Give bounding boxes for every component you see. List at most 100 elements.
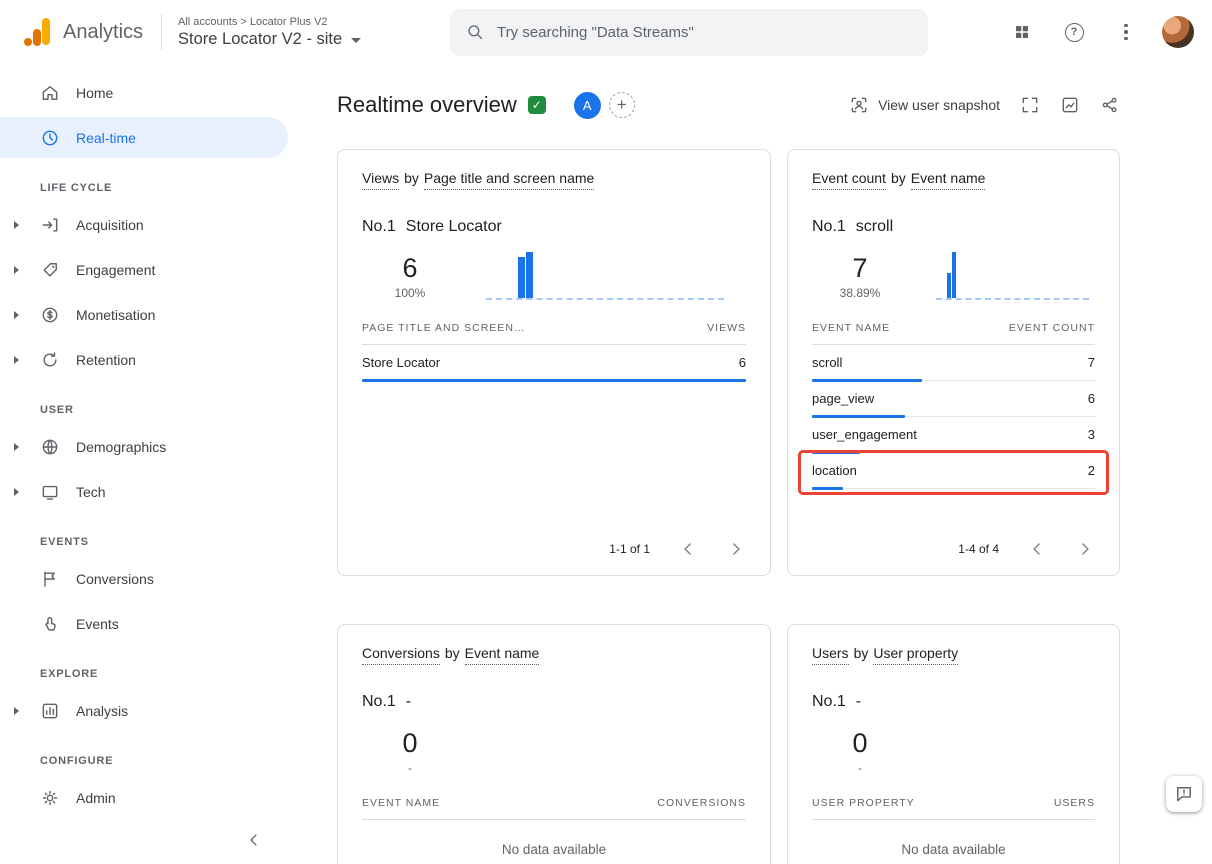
avatar [1162, 16, 1194, 48]
more-options-button[interactable] [1106, 12, 1146, 52]
table-row-location[interactable]: location 2 [812, 453, 1095, 489]
no1-value: scroll [856, 218, 893, 236]
sidebar-item-engagement[interactable]: Engagement [0, 249, 290, 290]
gear-icon [40, 788, 60, 808]
sidebar-item-label: Tech [76, 484, 106, 500]
sidebar-item-label: Admin [76, 790, 116, 806]
card-title-dimension[interactable]: User property [873, 645, 958, 665]
sidebar-item-conversions[interactable]: Conversions [0, 558, 290, 599]
sidebar-item-acquisition[interactable]: Acquisition [0, 204, 290, 245]
sidebar-item-label: Demographics [76, 439, 166, 455]
sidebar-item-realtime[interactable]: Real-time [0, 117, 288, 158]
pagination-prev-button[interactable] [1027, 539, 1047, 559]
account-avatar[interactable] [1158, 12, 1198, 52]
analysis-chart-icon [40, 701, 60, 721]
collapse-sidebar-button[interactable] [236, 822, 272, 858]
customize-report-icon[interactable] [1060, 95, 1080, 115]
acquisition-icon [40, 215, 60, 235]
top-item-row: No.1 scroll [812, 218, 1095, 236]
pagination-next-button[interactable] [726, 539, 746, 559]
column-header-metric[interactable]: VIEWS [707, 322, 746, 334]
top-item-row: No.1 - [812, 693, 1095, 711]
column-header-dimension[interactable]: EVENT NAME [362, 797, 440, 809]
expand-caret-icon[interactable] [14, 221, 19, 229]
share-icon[interactable] [1100, 95, 1120, 115]
metric-block: 6 100% [388, 254, 432, 300]
add-comparison-button[interactable] [609, 92, 635, 118]
property-selector[interactable]: All accounts > Locator Plus V2 Store Loc… [178, 16, 434, 49]
column-header-metric[interactable]: CONVERSIONS [657, 797, 746, 809]
breadcrumb[interactable]: All accounts > Locator Plus V2 [178, 16, 434, 28]
sidebar-item-tech[interactable]: Tech [0, 471, 290, 512]
expand-caret-icon[interactable] [14, 488, 19, 496]
column-header-dimension[interactable]: EVENT NAME [812, 322, 890, 334]
card-title-metric[interactable]: Event count [812, 170, 886, 190]
expand-caret-icon[interactable] [14, 707, 19, 715]
sidebar-item-label: Real-time [76, 130, 136, 146]
metric-percent: - [838, 761, 882, 775]
sidebar-item-home[interactable]: Home [0, 72, 290, 113]
cards-row-1: Views by Page title and screen name No.1… [337, 149, 1120, 576]
metric-block: 0 - [838, 729, 882, 775]
row-bar [812, 487, 843, 490]
row-value: 6 [739, 355, 746, 370]
card-title-metric[interactable]: Conversions [362, 645, 440, 665]
user-snapshot-icon [849, 95, 869, 115]
card-title-metric[interactable]: Views [362, 170, 399, 190]
card-title-dimension[interactable]: Page title and screen name [424, 170, 594, 190]
metric-percent: 38.89% [838, 286, 882, 300]
sidebar-section-user: USER [0, 404, 290, 416]
data-table: EVENT NAME CONVERSIONS No data available [362, 797, 746, 857]
apps-grid-button[interactable] [1002, 12, 1042, 52]
card-title-dimension[interactable]: Event name [465, 645, 540, 665]
card-title: Event count by Event name [812, 170, 1095, 190]
sidebar-item-label: Retention [76, 352, 136, 368]
comparison-chip-all-users[interactable]: A [574, 92, 601, 119]
table-header: EVENT NAME EVENT COUNT [812, 322, 1095, 345]
property-name: Store Locator V2 - site [178, 30, 342, 49]
analytics-logo-icon [22, 17, 52, 47]
search-icon [466, 23, 484, 41]
column-header-metric[interactable]: USERS [1054, 797, 1095, 809]
table-row[interactable]: page_view 6 [812, 381, 1095, 417]
google-analytics-logo[interactable]: Analytics [22, 17, 143, 47]
table-row[interactable]: user_engagement 3 [812, 417, 1095, 453]
view-user-snapshot-button[interactable]: View user snapshot [849, 95, 1000, 115]
sidebar-item-events[interactable]: Events [0, 603, 290, 644]
sidebar-section-events: EVENTS [0, 536, 290, 548]
refresh-icon [40, 350, 60, 370]
feedback-button[interactable] [1166, 776, 1202, 812]
pagination-prev-button[interactable] [678, 539, 698, 559]
table-row[interactable]: Store Locator 6 [362, 345, 746, 381]
sidebar-item-label: Monetisation [76, 307, 155, 323]
expand-caret-icon[interactable] [14, 443, 19, 451]
sidebar-item-label: Home [76, 85, 113, 101]
column-header-dimension[interactable]: USER PROPERTY [812, 797, 915, 809]
search-bar[interactable]: Try searching "Data Streams" [450, 9, 928, 56]
metric-value: 6 [388, 254, 432, 282]
fullscreen-icon[interactable] [1020, 95, 1040, 115]
expand-caret-icon[interactable] [14, 356, 19, 364]
expand-caret-icon[interactable] [14, 311, 19, 319]
column-header-metric[interactable]: EVENT COUNT [1009, 322, 1095, 334]
sidebar-item-monetisation[interactable]: Monetisation [0, 294, 290, 335]
chevron-down-icon [351, 38, 361, 43]
topbar: Analytics All accounts > Locator Plus V2… [0, 0, 1212, 64]
sidebar-item-analysis[interactable]: Analysis [0, 690, 290, 731]
card-title: Views by Page title and screen name [362, 170, 746, 190]
help-button[interactable]: ? [1054, 12, 1094, 52]
card-title-metric[interactable]: Users [812, 645, 849, 665]
globe-icon [40, 437, 60, 457]
data-quality-icon[interactable] [528, 96, 546, 114]
card-views-by-page-title: Views by Page title and screen name No.1… [337, 149, 771, 576]
column-header-dimension[interactable]: PAGE TITLE AND SCREEN… [362, 322, 525, 334]
dollar-circle-icon [40, 305, 60, 325]
sidebar-item-admin[interactable]: Admin [0, 777, 290, 818]
table-row[interactable]: scroll 7 [812, 345, 1095, 381]
sidebar-item-retention[interactable]: Retention [0, 339, 290, 380]
expand-caret-icon[interactable] [14, 266, 19, 274]
card-title-dimension[interactable]: Event name [911, 170, 986, 190]
sidebar-item-demographics[interactable]: Demographics [0, 426, 290, 467]
card-users-by-user-property: Users by User property No.1 - 0 - USE [787, 624, 1120, 864]
pagination-next-button[interactable] [1075, 539, 1095, 559]
